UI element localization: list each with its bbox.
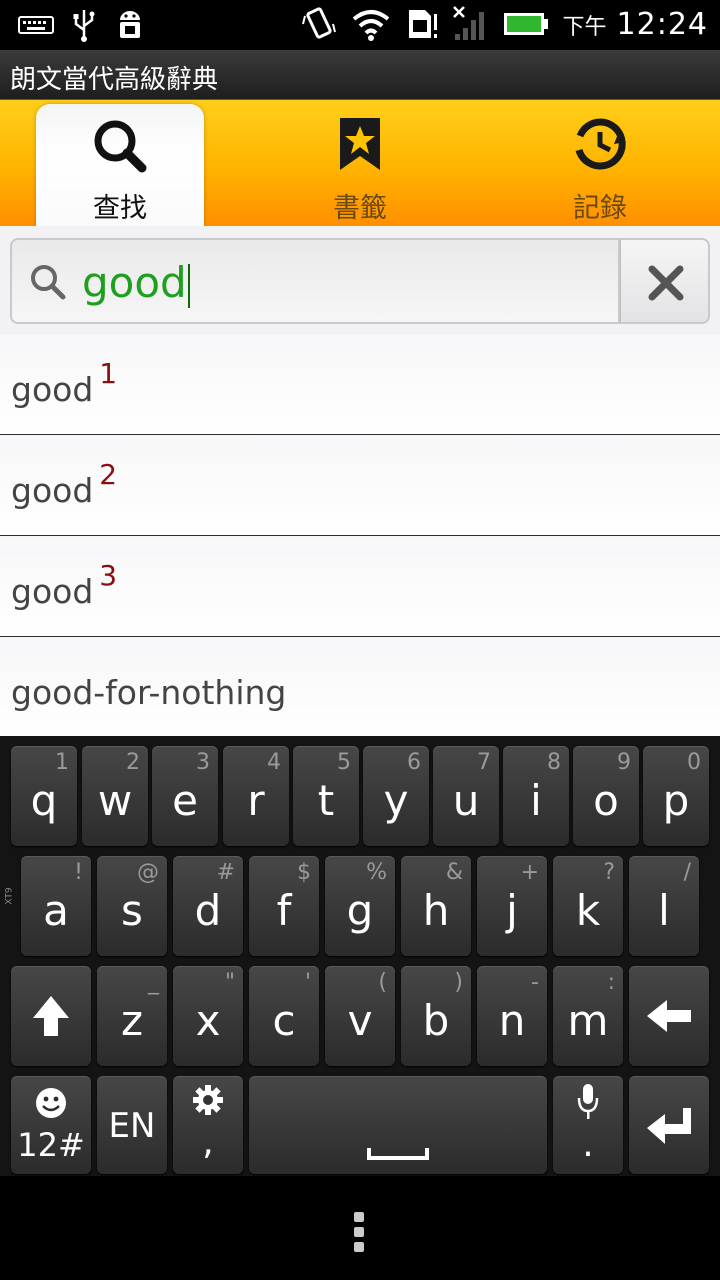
overflow-menu-icon[interactable] xyxy=(354,1212,366,1257)
language-key[interactable]: EN xyxy=(97,1076,167,1174)
backspace-arrow-icon xyxy=(647,1000,691,1032)
gear-icon xyxy=(193,1085,223,1115)
settings-comma-key[interactable]: , xyxy=(173,1076,243,1174)
key-d[interactable]: # d xyxy=(173,856,243,956)
signal-none-icon xyxy=(452,6,484,40)
search-icon xyxy=(94,120,147,173)
backspace-key[interactable] xyxy=(629,966,709,1066)
tab-bookmarks[interactable]: 書籤 xyxy=(240,100,480,226)
battery-icon xyxy=(503,13,548,35)
key-j[interactable]: + j xyxy=(477,856,547,956)
key-h[interactable]: & h xyxy=(401,856,471,956)
key-k[interactable]: ? k xyxy=(553,856,623,956)
key-t[interactable]: 5t xyxy=(293,746,359,846)
key-p[interactable]: 0p xyxy=(643,746,709,846)
vibrate-icon xyxy=(301,7,336,39)
text-cursor xyxy=(187,263,190,308)
list-item[interactable]: good-for-nothing xyxy=(0,637,720,736)
symbols-key-label: 12# xyxy=(17,1126,85,1164)
system-nav-bar xyxy=(0,1176,720,1280)
result-word: good 1 xyxy=(11,357,118,409)
space-key[interactable] xyxy=(249,1076,547,1174)
usb-icon xyxy=(73,10,95,42)
history-clock-icon xyxy=(575,118,626,170)
xt9-label: XT9 xyxy=(4,887,15,905)
enter-key[interactable] xyxy=(629,1076,709,1174)
tab-search-label: 查找 xyxy=(93,193,147,224)
android-debug-icon xyxy=(120,11,140,38)
clear-search-button[interactable] xyxy=(620,238,710,324)
bookmark-star-icon xyxy=(340,118,380,170)
tab-history-label: 記錄 xyxy=(573,193,627,224)
list-item[interactable]: good 1 xyxy=(0,334,720,435)
key-s[interactable]: @ s xyxy=(97,856,167,956)
key-q[interactable]: 1q xyxy=(11,746,77,846)
key-b[interactable]: ) b xyxy=(401,966,471,1066)
key-x[interactable]: " x xyxy=(173,966,243,1066)
key-r[interactable]: 4r xyxy=(223,746,289,846)
key-i[interactable]: 8i xyxy=(503,746,569,846)
search-input-value: good xyxy=(82,258,190,308)
shift-arrow-icon xyxy=(33,996,69,1036)
tab-search[interactable]: 查找 xyxy=(36,104,204,226)
key-a[interactable]: ! a xyxy=(21,856,91,956)
language-key-label: EN xyxy=(108,1106,156,1146)
clock-ampm: 下午 xyxy=(562,14,607,40)
key-m[interactable]: :m xyxy=(553,966,623,1066)
symbols-key[interactable]: 12# xyxy=(11,1076,91,1174)
tab-bar: 查找 書籤 記錄 xyxy=(0,100,720,226)
key-w[interactable]: 2w xyxy=(82,746,148,846)
key-y[interactable]: 6y xyxy=(363,746,429,846)
key-f[interactable]: $ f xyxy=(249,856,319,956)
tab-bookmarks-label: 書籤 xyxy=(333,193,387,224)
comma-label: , xyxy=(202,1122,214,1163)
status-bar: 下午 12:24 xyxy=(0,0,720,50)
homonym-number: 2 xyxy=(99,458,118,491)
sim-alert-icon xyxy=(408,10,437,38)
search-area: good xyxy=(0,226,720,334)
key-u[interactable]: 7u xyxy=(433,746,499,846)
key-o[interactable]: 9o xyxy=(573,746,639,846)
result-word: good-for-nothing xyxy=(11,673,287,712)
space-bar-icon xyxy=(367,1148,429,1160)
tab-history[interactable]: 記錄 xyxy=(480,100,720,226)
key-z[interactable]: _ z xyxy=(97,966,167,1066)
close-icon xyxy=(648,265,684,301)
result-word: good 3 xyxy=(11,559,118,611)
homonym-number: 1 xyxy=(99,357,118,390)
enter-arrow-icon xyxy=(647,1108,691,1144)
key-e[interactable]: 3e xyxy=(152,746,218,846)
search-icon xyxy=(31,265,66,300)
wifi-icon xyxy=(352,10,389,41)
clock-time: 12:24 xyxy=(616,6,708,42)
key-l[interactable]: / l xyxy=(629,856,699,956)
key-v[interactable]: (v xyxy=(325,966,395,1066)
result-word: good 2 xyxy=(11,458,118,510)
key-g[interactable]: % g xyxy=(325,856,395,956)
key-n[interactable]: -n xyxy=(477,966,547,1066)
search-input[interactable]: good xyxy=(10,238,620,324)
soft-keyboard: XT9 1q 2w 3e 4r 5t 6y 7u 8i 9o 0p ! a @ s … xyxy=(0,736,720,1176)
list-item[interactable]: good 3 xyxy=(0,536,720,637)
app-title-bar: 朗文當代高級辭典 xyxy=(0,50,720,100)
list-item[interactable]: good 2 xyxy=(0,435,720,536)
shift-key[interactable] xyxy=(11,966,91,1066)
smiley-icon xyxy=(36,1088,66,1118)
homonym-number: 3 xyxy=(99,559,118,592)
results-list: good 1 good 2 good 3 good-for-nothing xyxy=(0,334,720,736)
period-label: . xyxy=(582,1124,594,1165)
app-title: 朗文當代高級辭典 xyxy=(10,65,219,95)
voice-period-key[interactable]: . xyxy=(553,1076,623,1174)
keyboard-icon xyxy=(18,16,54,34)
microphone-icon xyxy=(577,1084,599,1119)
key-c[interactable]: ' c xyxy=(249,966,319,1066)
